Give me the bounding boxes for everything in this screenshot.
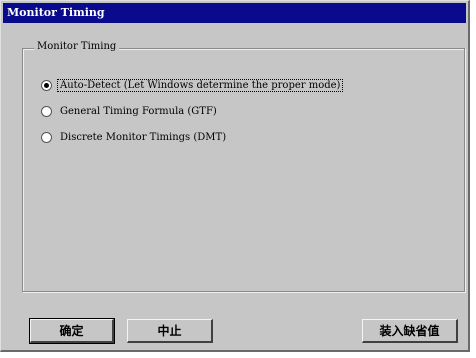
monitor-timing-group: Monitor Timing Auto-Detect (Let Windows …	[22, 41, 465, 292]
radio-label-auto-detect: Auto-Detect (Let Windows determine the p…	[56, 78, 344, 92]
radio-label-gtf: General Timing Formula (GTF)	[60, 105, 217, 117]
ok-button[interactable]: 确定	[29, 318, 115, 344]
radio-button-selected[interactable]	[41, 79, 52, 91]
radio-dmt[interactable]: Discrete Monitor Timings (DMT)	[41, 129, 228, 145]
window-title: Monitor Timing	[7, 6, 105, 19]
monitor-timing-dialog: Monitor Timing Monitor Timing Auto-Detec…	[0, 0, 470, 352]
radio-gtf[interactable]: General Timing Formula (GTF)	[41, 103, 219, 119]
title-bar[interactable]: Monitor Timing	[3, 3, 466, 23]
radio-button[interactable]	[41, 105, 52, 117]
radio-label-dmt: Discrete Monitor Timings (DMT)	[60, 131, 227, 143]
radio-button[interactable]	[41, 131, 52, 143]
radio-auto-detect[interactable]: Auto-Detect (Let Windows determine the p…	[41, 77, 344, 93]
cancel-button[interactable]: 中止	[127, 319, 213, 343]
load-defaults-button[interactable]: 装入缺省值	[362, 319, 458, 343]
group-label: Monitor Timing	[34, 41, 120, 52]
